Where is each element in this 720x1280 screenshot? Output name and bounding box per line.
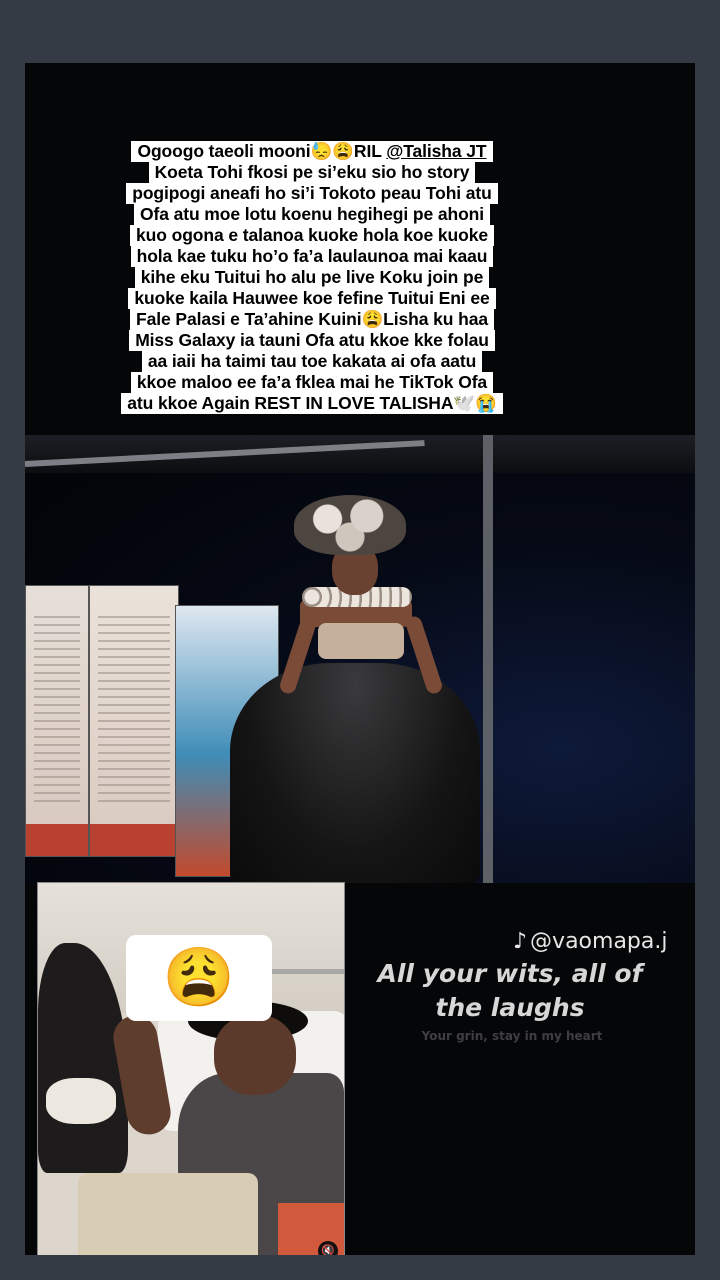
caption-line: Ofa atu moe lotu koenu hegihegi pe ahoni [133, 204, 491, 225]
caption-line: pogipogi aneafi ho si’i Tokoto peau Tohi… [126, 183, 498, 204]
truss-bar [25, 440, 425, 467]
bed-sheet [78, 1173, 258, 1255]
hospital-photo-inset[interactable]: 😩 🔇 [37, 882, 345, 1255]
lyric-caption: All your wits, all of the laughs [377, 959, 643, 1022]
caption-line: aa iaii ha taimi tau toe kakata ai ofa a… [141, 351, 483, 372]
stage-truss [25, 435, 695, 473]
mute-icon[interactable]: 🔇 [318, 1241, 338, 1255]
face-mask [46, 1078, 116, 1124]
performer [230, 495, 480, 883]
caption-line: kihe eku Tuitui ho alu pe live Koku join… [134, 267, 490, 288]
tiktok-username: @vaomapa.j [530, 929, 668, 954]
caption-line: Miss Galaxy ia tauni Ofa atu kkoe kke fo… [129, 330, 495, 351]
performer-top [318, 623, 404, 659]
performer-skirt [230, 663, 480, 883]
weary-face-icon: 😩 [126, 935, 272, 1021]
stage-pole [483, 435, 493, 883]
caption-line: kuoke kaila Hauwee koe fefine Tuitui Eni… [128, 288, 496, 309]
flower-headdress [294, 495, 406, 555]
caption-line: Koeta Tohi fkosi pe si’eku sio ho story [148, 162, 476, 183]
tiktok-icon: ♪ [513, 929, 528, 954]
story-frame: Ogoogo taeoli mooni😓😩RIL @Talisha JT Koe… [25, 63, 695, 1255]
banner-left [25, 585, 89, 857]
caption-line: Fale Palasi e Ta’ahine Kuini😩Lisha ku ha… [130, 309, 494, 330]
story-caption: Ogoogo taeoli mooni😓😩RIL @Talisha JT Koe… [87, 141, 537, 414]
caption-text: Ogoogo taeoli mooni😓😩RIL [137, 141, 387, 161]
tiktok-handle: ♪ @vaomapa.j [513, 929, 683, 954]
banner-foot [26, 824, 88, 856]
mention-link[interactable]: @Talisha JT [386, 141, 486, 161]
banner-foot [90, 824, 178, 856]
caption-line: Ogoogo taeoli mooni😓😩RIL @Talisha JT [131, 141, 493, 162]
caption-line: atu kkoe Again REST IN LOVE TALISHA🕊️😭 [121, 393, 503, 414]
banner-middle [89, 585, 179, 857]
lyric-subcaption: Your grin, stay in my heart [421, 1029, 603, 1043]
stage-photo [25, 435, 695, 883]
banner-text [98, 616, 170, 806]
patient-head [214, 1015, 296, 1095]
caption-line: hola kae tuku ho’o fa’a laulaunoa mai ka… [130, 246, 494, 267]
caption-line: kuo ogona e talanoa kuoke hola koe kuoke [130, 225, 494, 246]
caption-line: kkoe maloo ee fa’a fklea mai he TikTok O… [130, 372, 494, 393]
banner-text [34, 616, 80, 806]
